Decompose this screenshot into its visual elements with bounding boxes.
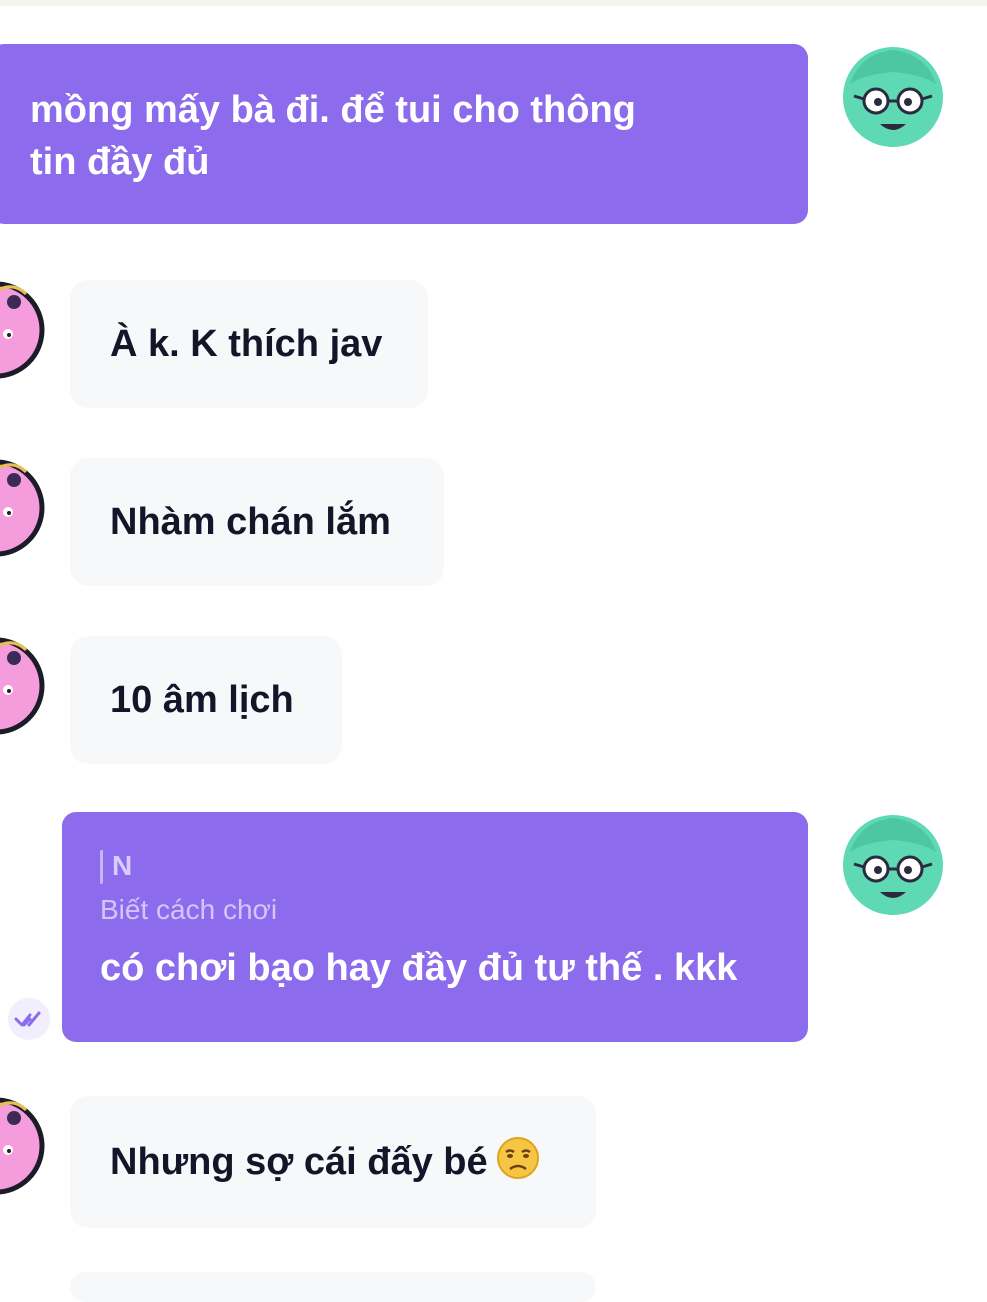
- outgoing-message-bubble[interactable]: mồng mấy bà đi. để tui cho thông tin đầy…: [0, 44, 808, 224]
- contact-avatar-icon[interactable]: [0, 636, 48, 736]
- contact-avatar-icon[interactable]: [0, 458, 48, 558]
- message-text: À k. K thích jav: [110, 323, 383, 365]
- unamused-face-emoji-icon: [496, 1137, 539, 1179]
- message-text-line: Nhưng sợ cái đấy bé: [110, 1136, 596, 1188]
- message-text: có chơi bạo hay đầy đủ tư thế . kkk: [100, 947, 738, 989]
- my-avatar-icon[interactable]: [840, 44, 946, 150]
- incoming-message-bubble[interactable]: Nhàm chán lắm: [70, 458, 444, 586]
- outgoing-reply-message-bubble[interactable]: N Biết cách chơi có chơi bạo hay đầy đủ …: [62, 812, 808, 1042]
- incoming-message-bubble[interactable]: Nhưng sợ cái đấy bé: [70, 1096, 596, 1228]
- contact-avatar-icon[interactable]: [0, 280, 48, 380]
- incoming-message-bubble-partial[interactable]: [70, 1272, 596, 1302]
- reply-quoted-text: Biết cách chơi: [100, 894, 278, 925]
- contact-avatar-icon[interactable]: [0, 1096, 48, 1196]
- my-avatar-icon[interactable]: [840, 812, 946, 918]
- reply-quote-bar: [100, 850, 103, 884]
- message-text: 10 âm lịch: [110, 679, 294, 721]
- message-text: Nhưng sợ cái đấy bé: [110, 1141, 488, 1183]
- message-text: mồng mấy bà đi. để tui cho thông tin đầy…: [30, 89, 636, 183]
- incoming-message-bubble[interactable]: 10 âm lịch: [70, 636, 342, 764]
- seen-checkmark-icon: [8, 998, 50, 1040]
- reply-sender-name: N: [112, 850, 133, 881]
- message-text: Nhàm chán lắm: [110, 501, 391, 543]
- reply-quote[interactable]: N Biết cách chơi: [100, 846, 778, 930]
- top-status-strip: [0, 0, 987, 6]
- incoming-message-bubble[interactable]: À k. K thích jav: [70, 280, 428, 408]
